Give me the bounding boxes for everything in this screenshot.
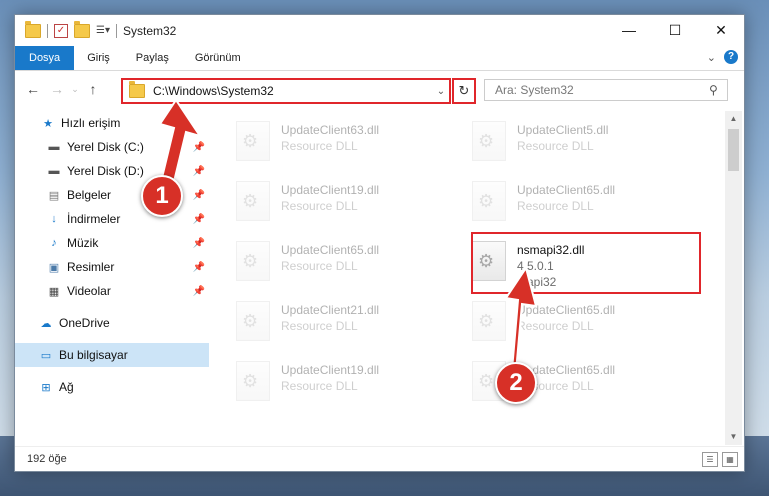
annotation-arrows — [158, 98, 538, 374]
callout-step-2: 2 — [495, 362, 537, 404]
callout-step-1: 1 — [141, 175, 183, 217]
arrow-2-icon — [504, 265, 538, 374]
